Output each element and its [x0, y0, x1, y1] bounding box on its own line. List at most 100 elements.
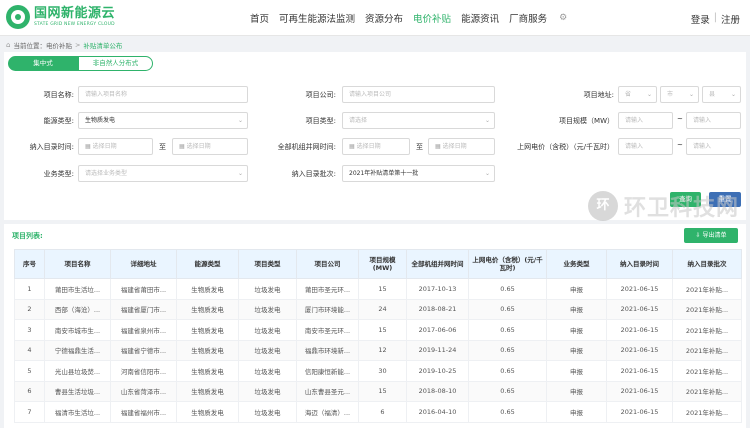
catalog-start-date[interactable]: ▦ 选择日期 [78, 138, 153, 155]
table-cell: 2021-06-15 [606, 278, 673, 300]
table-cell: 申报 [546, 360, 607, 382]
table-cell: 山东省菏泽市... [110, 380, 177, 402]
business-type-select[interactable]: 请选择业务类型 ⌄ [78, 165, 248, 182]
table-cell: 2021-06-15 [606, 339, 673, 361]
table-cell: 垃圾发电 [238, 360, 297, 382]
table-cell: 30 [358, 360, 407, 382]
tab-centralized[interactable]: 集中式 [8, 56, 78, 71]
table-row[interactable]: 6 曹县生活垃圾... 山东省菏泽市... 生物质发电 垃圾发电 山东曹县圣元... 15 2… [14, 380, 742, 402]
table-cell: 1 [14, 278, 45, 300]
table-row[interactable]: 4 宁德福鼎生活... 福建省宁德市... 生物质发电 垃圾发电 福鼎市环境新... 12 2… [14, 339, 742, 361]
table-cell: 2021-06-15 [606, 360, 673, 382]
province-value: 省 [625, 91, 632, 98]
export-list-button[interactable]: ⇩ 导出清单 [684, 228, 738, 243]
grid-end-placeholder: 选择日期 [442, 143, 467, 150]
table-cell: 垃圾发电 [238, 380, 297, 402]
watermark-badge: 环 [588, 191, 618, 221]
breadcrumb-price-subsidy[interactable]: 电价补贴 [46, 40, 72, 50]
nav-vendor-service[interactable]: 厂商服务 [509, 11, 547, 25]
table-cell: 信阳康恒新能... [296, 360, 359, 382]
county-select[interactable]: 县 ⌄ [702, 86, 741, 103]
register-link[interactable]: 注册 [721, 12, 740, 26]
login-link[interactable]: 登录 [691, 12, 710, 26]
breadcrumb-chevron-icon: > [74, 41, 81, 49]
watermark: 环 环卫科技网 [588, 190, 739, 222]
catalog-batch-label: 纳入目录批次: [291, 170, 336, 178]
table-cell: 生物质发电 [176, 339, 239, 361]
col-address: 详细地址 [110, 249, 177, 279]
project-type-label: 项目类型: [305, 117, 336, 125]
scale-min-input[interactable]: 请输入 [618, 112, 673, 129]
top-header: 国网新能源云 STATE GRID NEW ENERGY CLOUD 首页 可再… [0, 0, 750, 36]
site-logo[interactable]: 国网新能源云 STATE GRID NEW ENERGY CLOUD [6, 5, 115, 29]
table-row[interactable]: 2 西部（海沧）... 福建省厦门市... 生物质发电 垃圾发电 厦门市环境能... 24 2… [14, 298, 742, 320]
grid-time-label: 全部机组并网时间: [277, 143, 336, 151]
nav-renewable-law[interactable]: 可再生能源法监测 [279, 11, 355, 25]
table-cell: 6 [14, 380, 45, 402]
table-cell: 0.65 [468, 380, 547, 402]
nav-energy-news[interactable]: 能源资讯 [461, 11, 499, 25]
project-scale-label: 项目规模（MW） [559, 117, 614, 125]
col-catalog-batch: 纳入目录批次 [672, 249, 742, 279]
table-cell: 2021年补贴... [672, 298, 742, 320]
table-cell: 24 [358, 298, 407, 320]
table-cell: 12 [358, 339, 407, 361]
nav-price-subsidy[interactable]: 电价补贴 [413, 11, 451, 25]
scale-max-input[interactable]: 请输入 [686, 112, 741, 129]
table-cell: 15 [358, 380, 407, 402]
nav-home[interactable]: 首页 [250, 11, 269, 25]
table-cell: 2021年补贴... [672, 360, 742, 382]
price-min-input[interactable]: 请输入 [618, 138, 673, 155]
project-address-label: 项目地址: [583, 91, 614, 99]
col-project-name: 项目名称 [44, 249, 111, 279]
project-name-input[interactable]: 请输入项目名称 [78, 86, 248, 103]
chevron-down-icon: ⌄ [237, 170, 243, 177]
table-cell: 0.65 [468, 360, 547, 382]
table-cell: 福建省泉州市... [110, 319, 177, 341]
type-tabs: 集中式 非自然人分布式 [8, 56, 153, 71]
city-select[interactable]: 市 ⌄ [660, 86, 699, 103]
table-cell: 0.65 [468, 339, 547, 361]
table-row[interactable]: 7 福清市生活垃... 福建省福州市... 生物质发电 垃圾发电 海迈（福清）... 6 20… [14, 401, 742, 423]
table-cell: 曹县生活垃圾... [44, 380, 111, 402]
table-cell: 15 [358, 319, 407, 341]
energy-type-select[interactable]: 生物质发电 ⌄ [78, 112, 248, 129]
table-cell: 福建省宁德市... [110, 339, 177, 361]
energy-type-value: 生物质发电 [85, 117, 116, 124]
grid-to-label: 至 [416, 143, 423, 151]
table-cell: 垃圾发电 [238, 298, 297, 320]
table-cell: 山东曹县圣元... [296, 380, 359, 402]
table-cell: 2021年补贴... [672, 339, 742, 361]
project-type-select[interactable]: 请选择 ⌄ [342, 112, 495, 129]
table-row[interactable]: 3 南安市城市生... 福建省泉州市... 生物质发电 垃圾发电 南安市圣元环... 15 2… [14, 319, 742, 341]
nav-resource-distribution[interactable]: 资源分布 [365, 11, 403, 25]
project-company-input[interactable]: 请输入项目公司 [342, 86, 495, 103]
price-max-input[interactable]: 请输入 [686, 138, 741, 155]
province-select[interactable]: 省 ⌄ [618, 86, 657, 103]
table-cell: 福鼎市环境新... [296, 339, 359, 361]
table-cell: 海迈（福清）... [296, 401, 359, 423]
table-row[interactable]: 5 光山县垃圾焚... 河南省信阳市... 生物质发电 垃圾发电 信阳康恒新能... 30 2… [14, 360, 742, 382]
grid-start-placeholder: 选择日期 [356, 143, 381, 150]
table-cell: 生物质发电 [176, 401, 239, 423]
tab-distributed[interactable]: 非自然人分布式 [78, 56, 153, 71]
watermark-text: 环卫科技网 [624, 196, 740, 221]
table-row[interactable]: 1 莆田市生活垃... 福建省莆田市... 生物质发电 垃圾发电 莆田市圣元环... 15 2… [14, 278, 742, 300]
project-list-panel: 项目列表: ⇩ 导出清单 序号 项目名称 详细地址 能源类型 项目类型 项目公司… [4, 224, 746, 428]
table-header-row: 序号 项目名称 详细地址 能源类型 项目类型 项目公司 项目规模(MW) 全部机… [14, 249, 742, 279]
col-grid-time: 全部机组并网时间 [406, 249, 469, 279]
auth-separator: | [713, 12, 717, 23]
table-cell: 2017-06-06 [406, 319, 469, 341]
table-cell: 申报 [546, 298, 607, 320]
gear-icon[interactable]: ⚙ [559, 13, 567, 23]
catalog-batch-select[interactable]: 2021年补贴清单第十一批 ⌄ [342, 165, 495, 182]
table-cell: 5 [14, 360, 45, 382]
catalog-end-date[interactable]: ▦ 选择日期 [172, 138, 248, 155]
table-cell: 莆田市生活垃... [44, 278, 111, 300]
catalog-to-label: 至 [159, 143, 166, 151]
breadcrumb-subsidy-list[interactable]: 补贴清单公布 [83, 40, 122, 50]
grid-end-date[interactable]: ▦ 选择日期 [428, 138, 495, 155]
grid-start-date[interactable]: ▦ 选择日期 [342, 138, 410, 155]
table-cell: 0.65 [468, 401, 547, 423]
table-cell: 垃圾发电 [238, 319, 297, 341]
